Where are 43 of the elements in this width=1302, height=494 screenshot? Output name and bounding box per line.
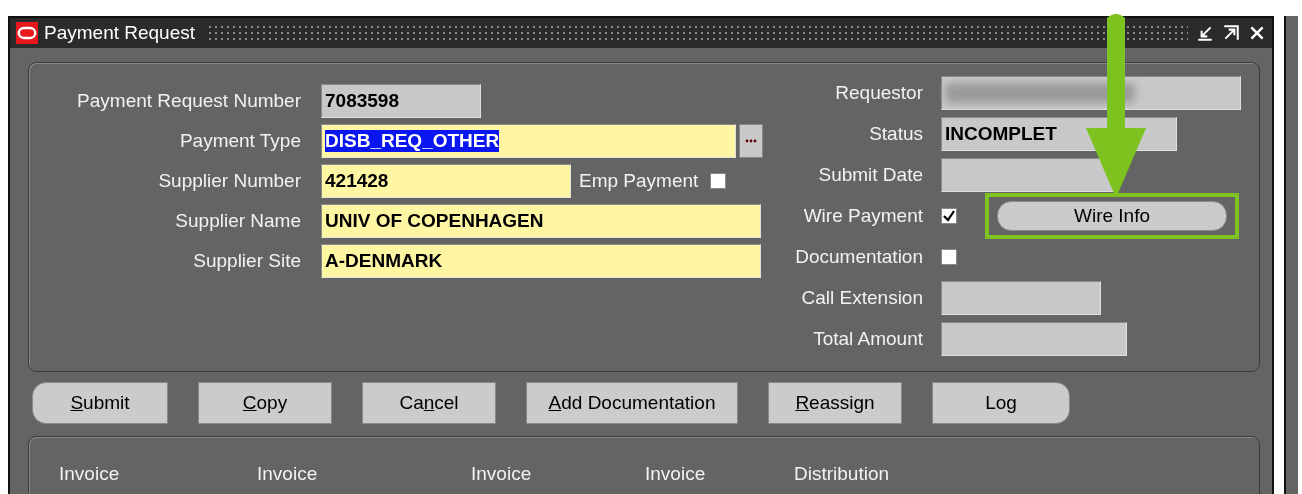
field-label: Call Extension xyxy=(800,287,923,309)
list-of-values-button[interactable] xyxy=(739,124,763,158)
column-header: Invoice xyxy=(645,463,707,486)
field-label: Supplier Number xyxy=(157,170,301,192)
minimize-icon[interactable] xyxy=(1196,24,1214,42)
close-icon[interactable] xyxy=(1248,24,1266,42)
logo-icon xyxy=(14,22,40,44)
field-label: Status xyxy=(868,123,923,145)
action-button[interactable]: Reassign xyxy=(768,382,902,424)
field-label: Submit Date xyxy=(817,164,923,186)
action-button[interactable]: Submit xyxy=(32,382,168,424)
input-field[interactable] xyxy=(941,322,1127,356)
input-field[interactable]: 7083598 xyxy=(321,84,481,118)
action-button[interactable]: Add Documentation xyxy=(526,382,738,424)
field-label: Total Amount xyxy=(812,328,923,350)
action-button[interactable]: Log xyxy=(932,382,1070,424)
checkbox[interactable] xyxy=(710,173,727,189)
field-label: Wire Payment xyxy=(802,205,923,227)
action-button[interactable]: Copy xyxy=(198,382,332,424)
input-field[interactable]: UNIV OF COPENHAGEN xyxy=(321,204,761,238)
column-header: Distribution xyxy=(794,463,891,486)
column-header: Invoice xyxy=(59,463,121,486)
action-button[interactable]: Cancel xyxy=(362,382,496,424)
field-label: Documentation xyxy=(794,246,923,268)
field-label: Supplier Site xyxy=(192,250,301,272)
window-title: Payment Request xyxy=(44,22,196,44)
input-field[interactable]: 421428 xyxy=(321,164,571,198)
input-field[interactable]: DISB_REQ_OTHER xyxy=(321,124,736,158)
checkbox-label: Emp Payment xyxy=(579,170,699,192)
field-label: Payment Request Number xyxy=(76,90,301,112)
field-label: Payment Type xyxy=(178,130,301,152)
wire-info-button[interactable]: Wire Info xyxy=(997,201,1227,231)
input-field[interactable] xyxy=(941,281,1101,315)
field-label: Requestor xyxy=(834,82,923,104)
input-field[interactable]: A-DENMARK xyxy=(321,244,761,278)
input-field[interactable] xyxy=(941,76,1241,110)
column-header: Invoice xyxy=(471,463,533,486)
checkbox[interactable] xyxy=(941,208,957,224)
ellipsis-icon xyxy=(745,139,757,143)
maximize-icon[interactable] xyxy=(1222,24,1240,42)
column-header: Invoice xyxy=(257,463,319,486)
checkbox[interactable] xyxy=(941,249,957,265)
field-label: Supplier Name xyxy=(174,210,301,232)
